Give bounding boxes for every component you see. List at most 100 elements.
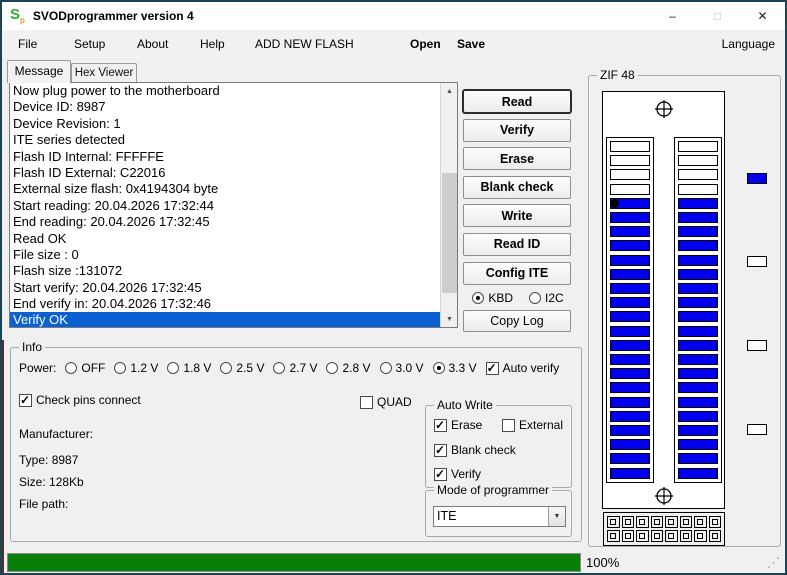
read-id-button[interactable]: Read ID [463,232,571,256]
power-radio-3.3v[interactable]: 3.3 V [432,361,477,375]
file-path-label: File path: [19,497,69,511]
menu-add-new-flash[interactable]: ADD NEW FLASH [249,30,360,58]
title-bar: Sp SVODprogrammer version 4 – □ ✕ [2,2,785,30]
pin-row [678,410,718,422]
erase-button[interactable]: Erase [463,147,571,171]
log-scrollbar[interactable]: ▲ ▼ [440,83,457,327]
auto-write-blank-check-checkbox[interactable]: Blank check [434,443,516,457]
read-button[interactable]: Read [463,90,571,113]
auto-verify-checkbox[interactable]: Auto verify [485,361,559,375]
power-radio-2.7v[interactable]: 2.7 V [273,361,317,375]
resize-grip-icon[interactable] [767,556,781,570]
log-line[interactable]: Start verify: 20.04.2026 17:32:45 [10,280,440,296]
connector-pad [636,530,649,542]
mode-value: ITE [437,509,457,523]
log-line[interactable]: Start reading: 20.04.2026 17:32:44 [10,198,440,214]
pin-row [678,141,718,152]
connector-pad [607,516,620,528]
pin-row [610,226,650,238]
interface-radio-kbd[interactable]: KBD [472,291,513,305]
power-radio-3.0v[interactable]: 3.0 V [379,361,424,375]
pin-row [610,169,650,181]
pin-row [610,268,650,280]
radio-icon [167,362,180,374]
log-line[interactable]: Flash size :131072 [10,263,440,279]
auto-write-erase-checkbox[interactable]: Erase [434,418,482,432]
copy-log-button[interactable]: Copy Log [463,310,571,333]
scroll-up-icon[interactable]: ▲ [441,83,457,99]
pin-row [678,439,718,451]
log-line[interactable]: Verify OK [10,312,440,327]
log-line[interactable]: Now plug power to the motherboard [10,83,440,99]
maximize-icon[interactable]: □ [695,2,740,30]
check-pins-checkbox[interactable]: Check pins connect [19,393,141,407]
size-label: Size: 128Kb [19,475,84,489]
auto-write-verify-checkbox[interactable]: Verify [434,467,481,481]
interface-radio-i2c[interactable]: I2C [529,291,564,305]
pin-row [610,382,650,394]
mode-combobox[interactable]: ITE ▼ [433,506,566,527]
menu-setup[interactable]: Setup [68,30,111,58]
close-icon[interactable]: ✕ [740,2,785,30]
pin-row [678,226,718,238]
power-radio-1.8v[interactable]: 1.8 V [167,361,211,375]
pin-column-left [606,137,654,483]
menu-file[interactable]: File [12,30,43,58]
menu-save[interactable]: Save [451,30,491,58]
log-line[interactable]: Device ID: 8987 [10,99,440,115]
menu-about[interactable]: About [131,30,174,58]
radio-icon [326,362,339,374]
log-line[interactable]: External size flash: 0x4194304 byte [10,181,440,197]
radio-icon [379,362,392,374]
progress-percent: 100% [586,555,620,570]
quad-box[interactable] [360,395,373,409]
connector-pad [621,530,634,542]
message-log[interactable]: Now plug power to the motherboard Device … [9,82,458,328]
power-radio-off[interactable]: OFF [65,361,105,375]
log-line[interactable]: Device Revision: 1 [10,116,440,132]
blank-check-button[interactable]: Blank check [463,175,571,199]
config-ite-button[interactable]: Config ITE [463,261,571,285]
log-line[interactable]: End verify in: 20.04.2026 17:32:46 [10,296,440,312]
log-line[interactable]: Flash ID External: C22016 [10,165,440,181]
power-radio-1.2v[interactable]: 1.2 V [114,361,158,375]
scroll-down-icon[interactable]: ▼ [441,311,457,327]
connector-pad [665,516,678,528]
pin-row [610,368,650,380]
auto-write-external-checkbox[interactable]: External [502,418,563,432]
menu-open[interactable]: Open [404,30,447,58]
write-button[interactable]: Write [463,204,571,228]
pin-row [678,212,718,224]
pin-row [678,339,718,351]
pin-row [678,283,718,295]
pin-row [678,311,718,323]
minimize-icon[interactable]: – [650,2,695,30]
log-line[interactable]: File size : 0 [10,247,440,263]
log-line[interactable]: ITE series detected [10,132,440,148]
connector-pad [621,516,634,528]
scrollbar-thumb[interactable] [442,173,457,293]
app-window: Sp SVODprogrammer version 4 – □ ✕ File Se… [0,0,787,575]
chevron-down-icon[interactable]: ▼ [548,507,565,526]
tab-message[interactable]: Message [7,60,71,83]
menu-language[interactable]: Language [716,30,781,58]
connector-pad [665,530,678,542]
pin-row [678,169,718,181]
power-radio-2.8v[interactable]: 2.8 V [326,361,371,375]
pin-row [678,325,718,337]
menu-help[interactable]: Help [194,30,231,58]
connector-pad [694,530,707,542]
progress-fill [8,554,580,571]
pin-row [610,339,650,351]
radio-icon [114,362,127,374]
check-pins-box[interactable] [19,393,32,407]
log-line[interactable]: End reading: 20.04.2026 17:32:45 [10,214,440,230]
quad-checkbox[interactable]: QUAD [360,395,412,409]
log-line[interactable]: Flash ID Internal: FFFFFE [10,149,440,165]
verify-button[interactable]: Verify [463,118,571,142]
window-edge-strip [2,340,4,573]
tab-hex-viewer[interactable]: Hex Viewer [71,63,137,83]
zif-indicator-lamp [747,340,767,351]
power-radio-2.5v[interactable]: 2.5 V [220,361,264,375]
log-line[interactable]: Read OK [10,231,440,247]
